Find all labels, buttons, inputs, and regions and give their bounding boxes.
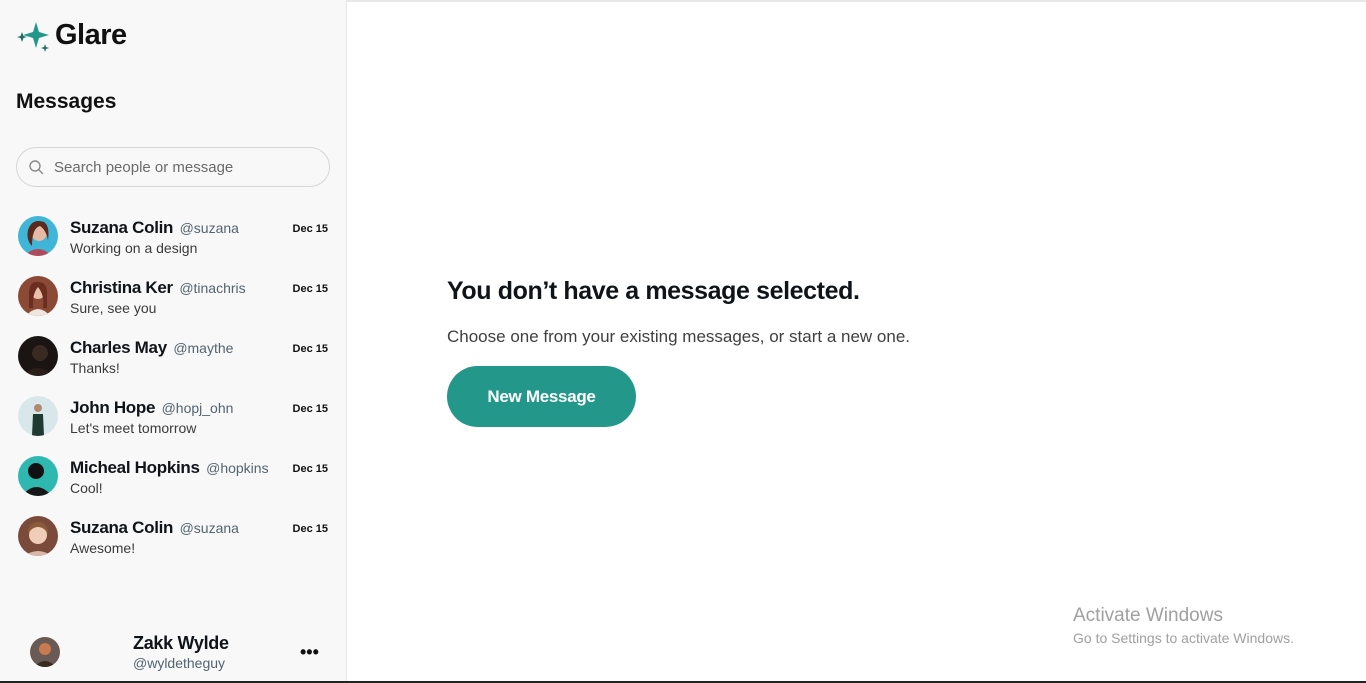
empty-state-title: You don’t have a message selected. (447, 277, 860, 305)
current-user[interactable]: Zakk Wylde @wyldetheguy ••• (0, 628, 346, 683)
message-date: Dec 15 (292, 223, 328, 235)
messages-app: Glare Messages Suzana Colin @suzana Work… (0, 0, 1366, 683)
conversation-header: John Hope @hopj_ohn (70, 398, 233, 418)
message-date: Dec 15 (292, 403, 328, 415)
watermark-subtitle: Go to Settings to activate Windows. (1073, 630, 1294, 646)
top-divider (347, 0, 1366, 2)
conversation-header: Micheal Hopkins @hopkins (70, 458, 269, 478)
conversation-header: Christina Ker @tinachris (70, 278, 246, 298)
contact-name: Suzana Colin (70, 218, 174, 237)
contact-name: Micheal Hopkins (70, 458, 200, 477)
activate-windows-watermark: Activate Windows Go to Settings to activ… (1073, 605, 1294, 646)
conversation-item[interactable]: Micheal Hopkins @hopkins Cool! Dec 15 (0, 450, 346, 510)
search-box[interactable] (16, 147, 330, 187)
user-avatar (30, 637, 60, 667)
contact-handle: @maythe (173, 340, 234, 356)
conversation-header: Suzana Colin @suzana (70, 218, 239, 238)
avatar (18, 396, 58, 436)
avatar (18, 516, 58, 556)
message-preview: Working on a design (70, 240, 198, 256)
conversation-item[interactable]: Charles May @maythe Thanks! Dec 15 (0, 330, 346, 390)
contact-name: Charles May (70, 338, 167, 357)
sparkle-logo-icon (17, 22, 49, 52)
search-input[interactable] (54, 158, 314, 176)
conversation-header: Charles May @maythe (70, 338, 233, 358)
avatar (18, 216, 58, 256)
avatar (18, 456, 58, 496)
conversation-list: Suzana Colin @suzana Working on a design… (0, 210, 346, 570)
messages-heading: Messages (16, 90, 117, 113)
empty-state: You don’t have a message selected. Choos… (447, 277, 910, 347)
app-logo[interactable]: Glare (16, 18, 127, 52)
watermark-title: Activate Windows (1073, 605, 1223, 626)
user-name: Zakk Wylde (133, 633, 229, 653)
contact-handle: @suzana (179, 220, 239, 236)
contact-handle: @tinachris (179, 280, 246, 296)
message-preview: Sure, see you (70, 300, 157, 316)
conversation-item[interactable]: Christina Ker @tinachris Sure, see you D… (0, 270, 346, 330)
message-date: Dec 15 (292, 463, 328, 475)
contact-handle: @hopj_ohn (161, 400, 234, 416)
conversation-header: Suzana Colin @suzana (70, 518, 239, 538)
contact-handle: @hopkins (206, 460, 269, 476)
message-preview: Awesome! (70, 540, 136, 556)
message-preview: Let's meet tomorrow (70, 420, 197, 436)
app-name: Glare (55, 18, 127, 51)
empty-state-subtitle: Choose one from your existing messages, … (447, 327, 911, 346)
more-options-icon[interactable]: ••• (300, 642, 319, 663)
contact-name: Christina Ker (70, 278, 173, 297)
search-icon (29, 160, 44, 175)
avatar (18, 336, 58, 376)
message-date: Dec 15 (292, 343, 328, 355)
new-message-button[interactable]: New Message (447, 366, 636, 427)
conversation-item[interactable]: John Hope @hopj_ohn Let's meet tomorrow … (0, 390, 346, 450)
message-preview: Cool! (70, 480, 103, 496)
contact-handle: @suzana (179, 520, 239, 536)
message-preview: Thanks! (70, 360, 120, 376)
contact-name: John Hope (70, 398, 156, 417)
sidebar: Glare Messages Suzana Colin @suzana Work… (0, 0, 347, 683)
conversation-item[interactable]: Suzana Colin @suzana Working on a design… (0, 210, 346, 270)
message-date: Dec 15 (292, 283, 328, 295)
message-date: Dec 15 (292, 523, 328, 535)
user-handle: @wyldetheguy (133, 655, 226, 671)
contact-name: Suzana Colin (70, 518, 174, 537)
conversation-item[interactable]: Suzana Colin @suzana Awesome! Dec 15 (0, 510, 346, 570)
avatar (18, 276, 58, 316)
